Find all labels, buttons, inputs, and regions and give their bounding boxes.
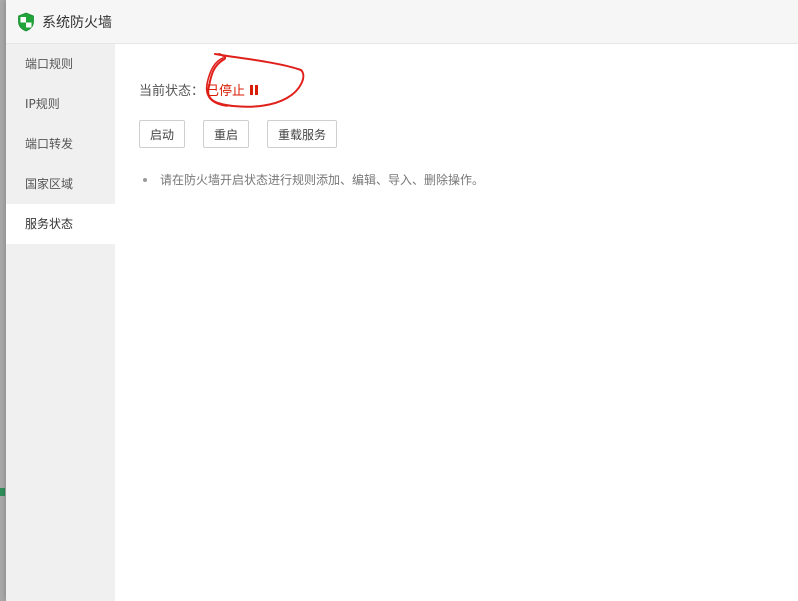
bullet-icon xyxy=(143,177,147,182)
shield-icon xyxy=(17,12,35,32)
service-status-panel: 当前状态： 已停止 启动 重启 重载服务 请在防火墙开启状态进行规则添加、编辑、… xyxy=(115,44,798,601)
dialog-title: 系统防火墙 xyxy=(42,14,112,31)
pause-icon xyxy=(250,84,259,95)
status-label: 当前状态： xyxy=(139,84,205,99)
status-value: 已停止 xyxy=(206,84,246,99)
sidebar-item-country-region[interactable]: 国家区域 xyxy=(6,164,115,204)
sidebar-item-port-forwarding[interactable]: 端口转发 xyxy=(6,124,115,164)
reload-service-button[interactable]: 重载服务 xyxy=(267,120,337,148)
start-button[interactable]: 启动 xyxy=(139,120,185,148)
sidebar-item-port-rules[interactable]: 端口规则 xyxy=(6,44,115,84)
status-row: 当前状态： 已停止 xyxy=(139,80,259,99)
sidebar: 端口规则 IP规则 端口转发 国家区域 服务状态 xyxy=(6,44,115,601)
sidebar-item-ip-rules[interactable]: IP规则 xyxy=(6,84,115,124)
hint-text-row: 请在防火墙开启状态进行规则添加、编辑、导入、删除操作。 xyxy=(143,171,484,188)
hint-text: 请在防火墙开启状态进行规则添加、编辑、导入、删除操作。 xyxy=(160,173,485,187)
sidebar-item-service-status[interactable]: 服务状态 xyxy=(6,204,115,244)
title-bar: 系统防火墙 xyxy=(6,0,798,44)
background-marker xyxy=(0,488,5,496)
firewall-dialog: 系统防火墙 端口规则 IP规则 端口转发 国家区域 服务状态 当前状态： 已停止… xyxy=(6,0,798,601)
restart-button[interactable]: 重启 xyxy=(203,120,249,148)
service-actions: 启动 重启 重载服务 xyxy=(139,120,355,148)
